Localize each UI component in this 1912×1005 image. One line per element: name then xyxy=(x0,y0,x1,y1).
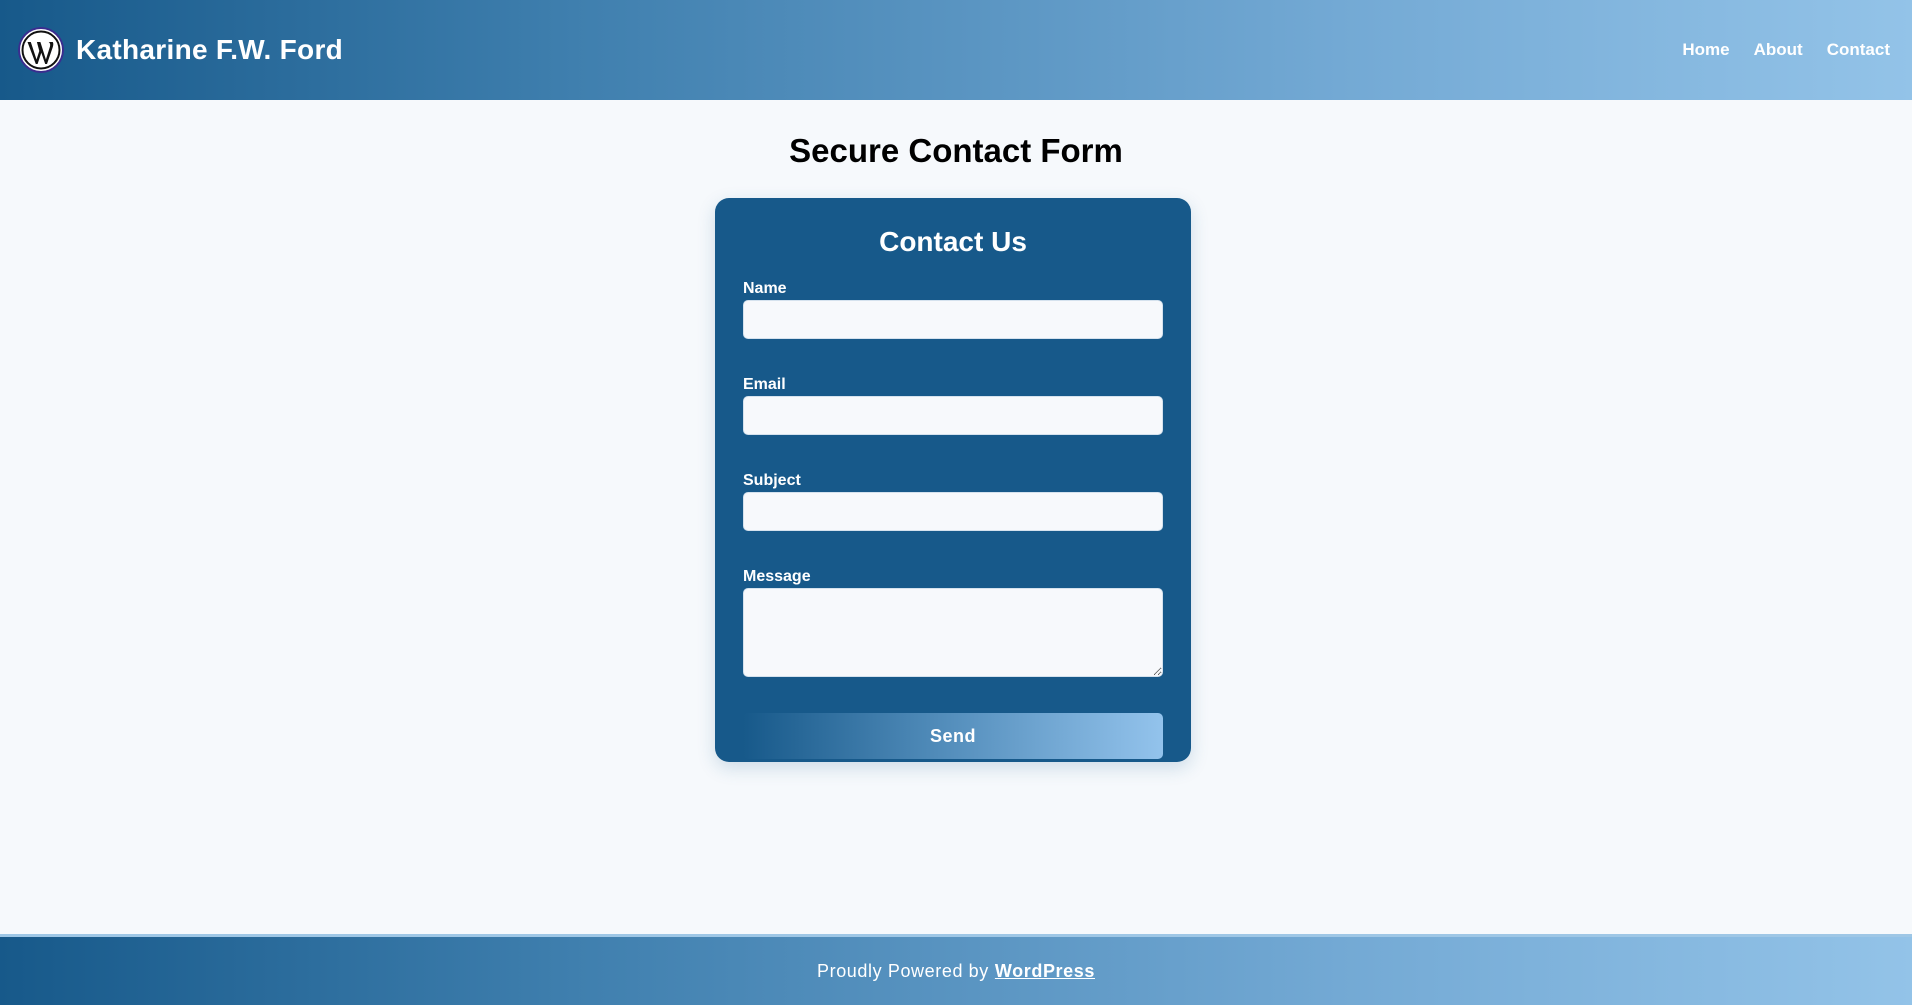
main-nav: Home About Contact xyxy=(1682,40,1890,60)
nav-link-about[interactable]: About xyxy=(1754,40,1803,60)
footer-text: Proudly Powered by xyxy=(817,960,989,981)
subject-label: Subject xyxy=(743,472,801,489)
site-footer: Proudly Powered by WordPress xyxy=(0,934,1912,1005)
message-label: Message xyxy=(743,568,811,585)
wordpress-logo-icon xyxy=(18,27,64,73)
nav-link-contact[interactable]: Contact xyxy=(1827,40,1890,60)
page: Katharine F.W. Ford Home About Contact S… xyxy=(0,0,1912,1005)
site-title: Katharine F.W. Ford xyxy=(76,34,344,65)
contact-form: Contact Us Name Email Subject Message Se… xyxy=(715,198,1191,762)
name-label: Name xyxy=(743,280,787,297)
form-title: Contact Us xyxy=(879,226,1027,257)
site-brand-link[interactable]: Katharine F.W. Ford xyxy=(18,27,343,73)
send-button[interactable]: Send xyxy=(743,713,1163,759)
nav-link-home[interactable]: Home xyxy=(1682,40,1729,60)
page-title: Secure Contact Form xyxy=(789,132,1123,169)
name-input[interactable] xyxy=(743,300,1163,339)
subject-input[interactable] xyxy=(743,492,1163,531)
email-label: Email xyxy=(743,376,786,393)
email-input[interactable] xyxy=(743,396,1163,435)
site-header: Katharine F.W. Ford Home About Contact xyxy=(0,0,1912,100)
wordpress-link[interactable]: WordPress xyxy=(995,961,1095,982)
message-textarea[interactable] xyxy=(743,588,1163,677)
